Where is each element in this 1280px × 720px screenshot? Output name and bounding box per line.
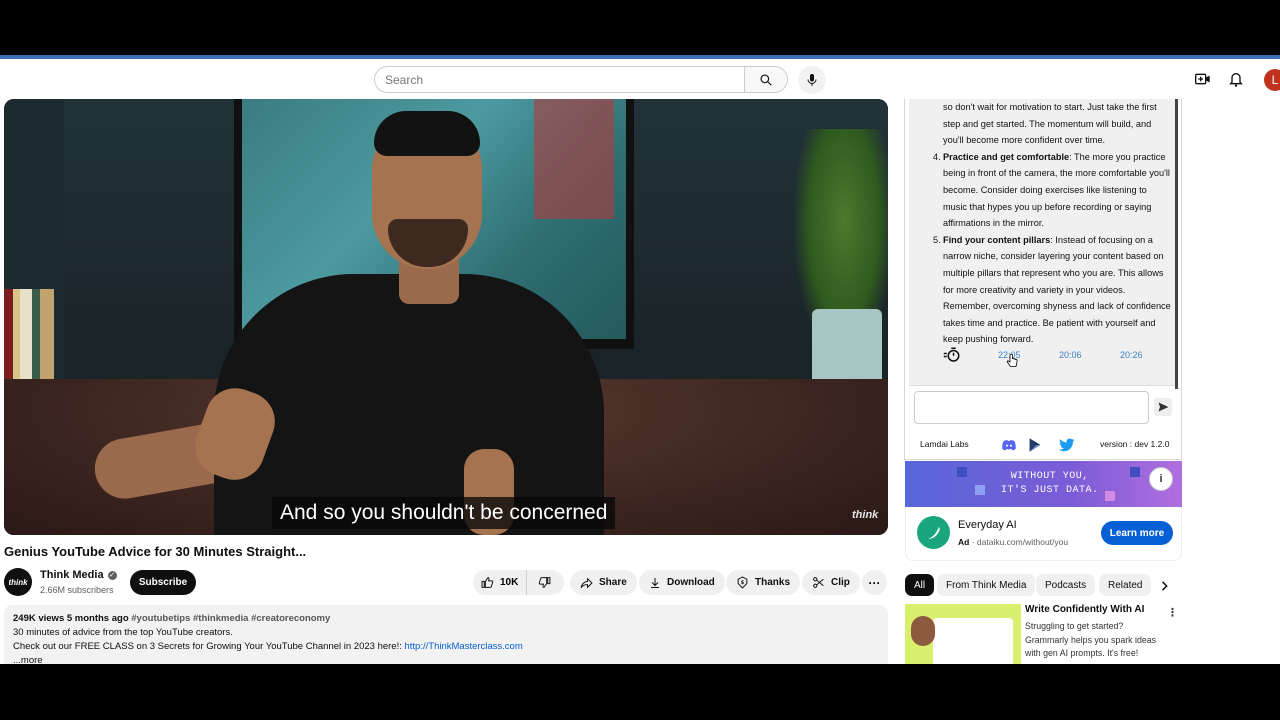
share-button[interactable]: Share bbox=[570, 570, 637, 595]
youtube-page: L And so you shouldn't be concerned thin… bbox=[0, 59, 1280, 664]
ad-card[interactable]: Everyday AI Ad · dataiku.com/without/you… bbox=[905, 507, 1182, 561]
dislike-button[interactable] bbox=[527, 570, 561, 595]
hashtags[interactable]: #youtubetips #thinkmedia #creatoreconomy bbox=[131, 613, 330, 624]
account-avatar[interactable]: L bbox=[1264, 69, 1280, 91]
ad-title: Everyday AI bbox=[958, 519, 1017, 531]
chip-from-think-media[interactable]: From Think Media bbox=[937, 574, 1036, 596]
play-store-icon[interactable] bbox=[1027, 437, 1043, 453]
ad-banner-line-1: WITHOUT YOU, bbox=[1010, 471, 1089, 482]
tip-item: 5. Find your content pillars: Instead of … bbox=[933, 234, 1171, 345]
channel-watermark: think bbox=[852, 509, 879, 521]
video-player[interactable]: And so you shouldn't be concerned think bbox=[4, 99, 888, 535]
more-actions-button[interactable]: ··· bbox=[862, 570, 887, 595]
subscriber-count: 2.66M subscribers bbox=[40, 585, 114, 595]
chip-all[interactable]: All bbox=[905, 574, 935, 596]
clip-button[interactable]: Clip bbox=[802, 570, 860, 595]
description-line-1: 30 minutes of advice from the top YouTub… bbox=[13, 627, 233, 638]
learn-more-button[interactable]: Learn more bbox=[1101, 521, 1173, 545]
tips-list: so don't wait for motivation to start. J… bbox=[909, 99, 1175, 348]
view-stats: 249K views 5 months ago bbox=[13, 613, 129, 624]
send-icon bbox=[1158, 402, 1168, 412]
masterclass-link[interactable]: http://ThinkMasterclass.com bbox=[405, 641, 523, 652]
chip-podcasts[interactable]: Podcasts bbox=[1036, 574, 1096, 596]
notifications-button[interactable] bbox=[1227, 70, 1245, 88]
kebab-menu-icon[interactable]: ⋮ bbox=[1167, 606, 1178, 619]
search-input[interactable] bbox=[374, 66, 744, 93]
send-button[interactable] bbox=[1154, 398, 1172, 416]
screen-frame: L And so you shouldn't be concerned thin… bbox=[0, 0, 1280, 720]
ad-info-button[interactable]: i bbox=[1149, 467, 1173, 491]
hand-cursor-icon bbox=[1006, 354, 1018, 367]
timestamp-link[interactable]: 20:06 bbox=[1059, 350, 1082, 360]
video-caption: And so you shouldn't be concerned bbox=[272, 497, 616, 529]
like-dislike-group: 10K bbox=[473, 570, 564, 595]
share-icon bbox=[580, 576, 593, 589]
like-count: 10K bbox=[500, 577, 519, 588]
voice-search-button[interactable] bbox=[798, 66, 826, 94]
tip-item: 4. Practice and get comfortable: The more… bbox=[933, 151, 1170, 229]
recommended-title[interactable]: Write Confidently With AI bbox=[1025, 604, 1144, 615]
bird-logo-icon bbox=[927, 526, 940, 539]
lamdai-extension-panel: so don't wait for motivation to start. J… bbox=[904, 99, 1182, 460]
chips-next-button[interactable] bbox=[1156, 577, 1174, 595]
chevron-right-icon bbox=[1161, 581, 1168, 591]
super-thanks-icon: $ bbox=[737, 576, 748, 589]
microphone-icon bbox=[807, 74, 817, 86]
like-button[interactable]: 10K bbox=[473, 570, 528, 595]
timer-icon[interactable] bbox=[943, 346, 961, 364]
create-video-icon bbox=[1195, 73, 1210, 85]
advertiser-logo bbox=[917, 516, 950, 549]
twitter-icon[interactable] bbox=[1059, 437, 1075, 453]
version-label: version : dev 1.2.0 bbox=[1100, 439, 1170, 449]
recommended-thumbnail[interactable] bbox=[905, 604, 1021, 664]
video-title: Genius YouTube Advice for 30 Minutes Str… bbox=[4, 544, 307, 559]
ad-badge: Ad bbox=[958, 537, 970, 547]
ad-url: dataiku.com/without/you bbox=[976, 537, 1069, 547]
search-button[interactable] bbox=[744, 66, 788, 93]
channel-name-row[interactable]: Think Media ✓ bbox=[40, 569, 117, 581]
timestamp-row: 22:05 20:06 20:26 bbox=[909, 345, 1175, 365]
extension-scrollbar[interactable] bbox=[1175, 99, 1178, 389]
download-button[interactable]: Download bbox=[639, 570, 725, 595]
thumbs-up-icon bbox=[481, 577, 494, 588]
verified-icon: ✓ bbox=[107, 570, 117, 580]
ad-url-line: Ad · dataiku.com/without/you bbox=[958, 537, 1069, 547]
recommended-description: Struggling to get started? Grammarly hel… bbox=[1025, 621, 1157, 658]
chip-related[interactable]: Related bbox=[1099, 574, 1152, 596]
search-icon bbox=[760, 73, 772, 86]
top-bar: L bbox=[0, 59, 1280, 99]
channel-avatar[interactable]: think bbox=[4, 568, 32, 596]
create-button[interactable] bbox=[1194, 70, 1212, 88]
timestamp-link[interactable]: 20:26 bbox=[1120, 350, 1143, 360]
presenter bbox=[214, 274, 604, 535]
video-description[interactable]: 249K views 5 months ago #youtubetips #th… bbox=[4, 605, 888, 664]
search-box bbox=[374, 66, 788, 93]
thanks-button[interactable]: $ Thanks bbox=[726, 570, 801, 595]
download-icon bbox=[651, 577, 659, 588]
thumbs-down-icon bbox=[538, 577, 551, 588]
tip-continuation: so don't wait for motivation to start. J… bbox=[943, 102, 1157, 146]
brand-label: Lamdai Labs bbox=[920, 439, 969, 449]
bell-icon bbox=[1229, 73, 1243, 87]
ad-banner-image[interactable]: WITHOUT YOU, IT'S JUST DATA. bbox=[905, 461, 1182, 507]
show-more-link[interactable]: ...more bbox=[13, 654, 879, 664]
channel-name[interactable]: Think Media bbox=[40, 569, 104, 581]
description-line-2: Check out our FREE CLASS on 3 Secrets fo… bbox=[13, 641, 405, 652]
svg-text:$: $ bbox=[741, 580, 745, 586]
scissors-icon bbox=[813, 577, 824, 588]
ad-banner-line-2: IT'S JUST DATA. bbox=[1001, 485, 1099, 496]
extension-prompt-input[interactable] bbox=[914, 391, 1149, 424]
discord-icon[interactable] bbox=[1001, 437, 1017, 453]
extension-footer: Lamdai Labs version : dev 1.2.0 bbox=[905, 435, 1183, 455]
extension-response-area[interactable]: so don't wait for motivation to start. J… bbox=[909, 99, 1175, 385]
subscribe-button[interactable]: Subscribe bbox=[130, 570, 196, 595]
